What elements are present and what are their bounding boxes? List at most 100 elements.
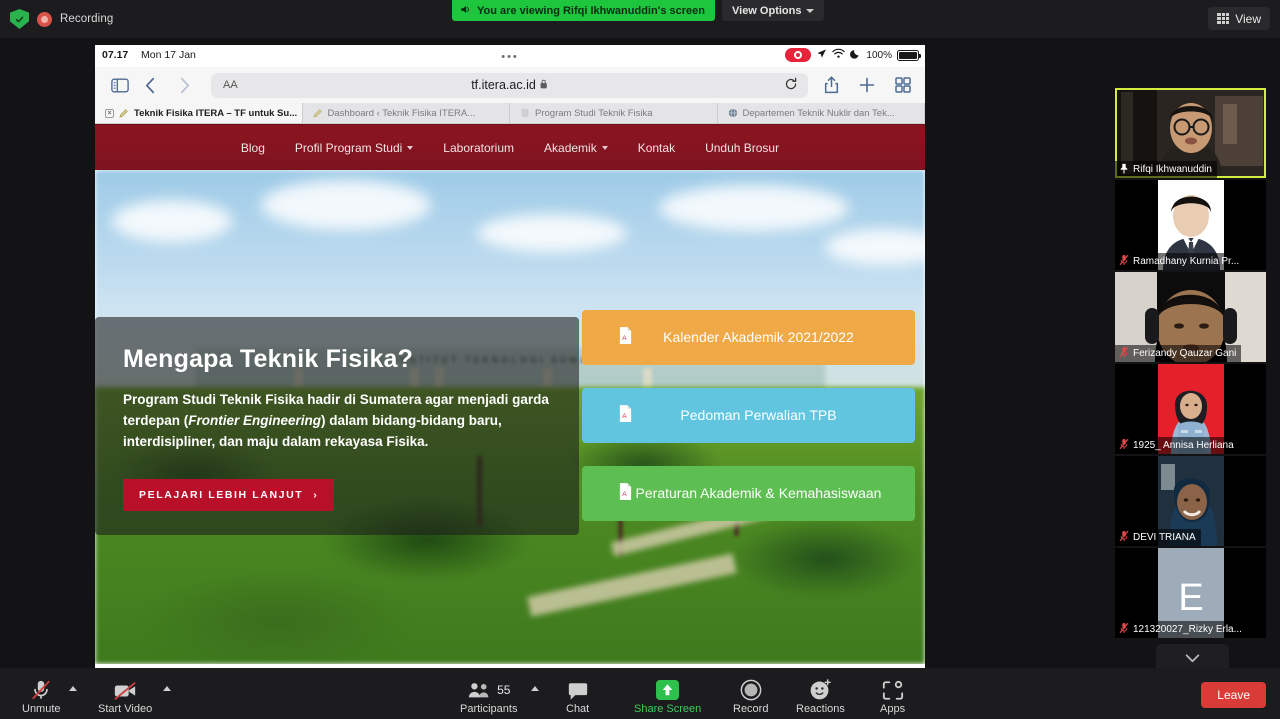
close-icon[interactable]: × (105, 108, 114, 118)
participant-tile[interactable]: Rifqi Ikhwanuddin (1115, 88, 1266, 178)
browser-tab[interactable]: Dashboard ‹ Teknik Fisika ITERA... (303, 103, 510, 123)
chevron-right-icon[interactable] (167, 77, 201, 94)
share-screen-button[interactable]: Share Screen (634, 679, 701, 715)
participant-thumbnail-strip[interactable]: Rifqi Ikhwanuddin Ramadhany Kurnia Pr... (1115, 88, 1270, 673)
apps-label: Apps (880, 703, 906, 715)
nav-label: Unduh Brosur (705, 140, 780, 155)
participant-tile[interactable]: E 121320027_Rizky Erla... (1115, 548, 1266, 638)
sidebar-toggle-icon[interactable] (107, 78, 133, 93)
location-arrow-icon (816, 48, 827, 62)
record-circle-icon (740, 679, 762, 701)
browser-tab[interactable]: Departemen Teknik Nuklir dan Tek... (718, 103, 925, 123)
browser-tab[interactable]: Program Studi Teknik Fisika (510, 103, 718, 123)
shared-screen-content[interactable]: 07.17 Mon 17 Jan ••• 100% AA tf.itera.ac… (95, 45, 925, 668)
mic-off-icon (1119, 530, 1129, 545)
participant-name-badge: 121320027_Rizky Erla... (1115, 621, 1247, 638)
participant-name: DEVI TRIANA (1133, 532, 1196, 543)
record-label: Record (733, 703, 769, 715)
participant-name-badge: Ramadhany Kurnia Pr... (1115, 253, 1245, 270)
multitask-dots-icon[interactable]: ••• (501, 51, 519, 63)
zoom-meeting-window: Recording You are viewing Rifqi Ikhwanud… (0, 0, 1280, 719)
reactions-label: Reactions (796, 703, 845, 715)
participant-name: 1925_ Annisa Herliana (1133, 440, 1234, 451)
zoom-top-bar: Recording You are viewing Rifqi Ikhwanud… (0, 0, 1280, 38)
zoom-bottom-toolbar: Unmute Start Video 55 Participants Chat (0, 668, 1280, 719)
learn-more-button[interactable]: PELAJARI LEBIH LANJUT › (123, 479, 335, 511)
chat-button[interactable]: Chat (566, 679, 589, 715)
view-options-button[interactable]: View Options (722, 0, 825, 21)
speaker-icon (460, 2, 471, 20)
apps-button[interactable]: Apps (880, 679, 905, 715)
apps-bracket-icon (882, 679, 904, 701)
nav-label: Profil Program Studi (294, 140, 403, 155)
nav-item-laboratorium[interactable]: Laboratorium (443, 141, 514, 155)
tab-overview-icon[interactable] (895, 77, 911, 93)
doc-button-pedoman-perwalian[interactable]: A Pedoman Perwalian TPB (582, 388, 915, 443)
doc-button-label: Kalender Akademik 2021/2022 (663, 328, 854, 345)
video-options-caret-icon[interactable] (163, 686, 171, 691)
participants-options-caret-icon[interactable] (531, 686, 539, 691)
chevron-right-icon: › (313, 489, 319, 501)
start-video-button[interactable]: Start Video (98, 679, 152, 715)
pin-icon (1119, 163, 1129, 177)
text-size-button[interactable]: AA (223, 79, 238, 91)
nav-item-unduh-brosur[interactable]: Unduh Brosur (705, 141, 779, 155)
participant-name: Rifqi Ikhwanuddin (1133, 164, 1212, 175)
battery-percent-label: 100% (866, 49, 892, 61)
nav-item-profil-program-studi[interactable]: Profil Program Studi (294, 140, 414, 155)
participant-tile[interactable]: DEVI TRIANA (1115, 456, 1266, 546)
people-icon: 55 (467, 679, 510, 701)
address-bar[interactable]: AA tf.itera.ac.id (211, 72, 808, 98)
reload-icon[interactable] (784, 77, 798, 94)
nav-item-blog[interactable]: Blog (241, 141, 265, 155)
reactions-button[interactable]: Reactions (796, 679, 845, 715)
lock-icon (540, 79, 548, 91)
participant-tile[interactable]: Ramadhany Kurnia Pr... (1115, 180, 1266, 270)
svg-text:A: A (622, 413, 627, 420)
leave-button[interactable]: Leave (1201, 682, 1266, 708)
wifi-icon (832, 48, 846, 62)
participants-button[interactable]: 55 Participants (460, 679, 517, 715)
browser-tab-strip: × Teknik Fisika ITERA – TF untuk Su... D… (95, 103, 925, 124)
tab-title: Teknik Fisika ITERA – TF untuk Su... (134, 107, 298, 119)
recording-label: Recording (60, 13, 114, 25)
hero-body-italic: Frontier Engineering (188, 412, 322, 428)
mic-off-icon (1119, 622, 1129, 637)
record-button[interactable]: Record (733, 679, 768, 715)
nav-item-kontak[interactable]: Kontak (638, 141, 675, 155)
chevron-down-icon (806, 8, 815, 13)
share-icon[interactable] (824, 76, 839, 94)
unmute-button[interactable]: Unmute (22, 679, 61, 715)
audio-options-caret-icon[interactable] (69, 686, 77, 691)
hero-body-text: Program Studi Teknik Fisika hadir di Sum… (123, 390, 549, 453)
nav-label: Blog (240, 140, 265, 155)
chevron-left-icon[interactable] (133, 77, 167, 94)
security-shield-icon (10, 9, 29, 29)
recording-status-group: Recording (10, 9, 113, 29)
participant-tile[interactable]: Ferizandy Qauzar Gani (1115, 272, 1266, 362)
status-date: Mon 17 Jan (141, 49, 196, 61)
pencil-icon (119, 108, 129, 118)
learn-more-label: PELAJARI LEBIH LANJUT (139, 489, 304, 501)
status-time: 07.17 (102, 49, 129, 61)
nav-label: Laboratorium (443, 140, 515, 155)
url-display: tf.itera.ac.id (471, 78, 548, 92)
browser-tab[interactable]: × Teknik Fisika ITERA – TF untuk Su... (95, 103, 303, 123)
svg-text:E: E (1178, 577, 1203, 619)
view-layout-button[interactable]: View (1208, 7, 1270, 30)
globe-icon (728, 108, 738, 118)
view-label: View (1235, 11, 1261, 26)
nav-item-akademik[interactable]: Akademik (544, 141, 608, 155)
doc-button-kalender-akademik[interactable]: A Kalender Akademik 2021/2022 (582, 310, 915, 365)
doc-button-peraturan-akademik[interactable]: A Peraturan Akademik & Kemahasiswaan (582, 466, 915, 521)
doc-button-label: Pedoman Perwalian TPB (680, 406, 837, 423)
plus-icon[interactable] (859, 77, 875, 93)
participants-count: 55 (497, 683, 511, 697)
participants-label: Participants (460, 703, 518, 715)
svg-text:A: A (622, 491, 627, 498)
video-off-icon (113, 679, 137, 701)
mic-off-icon (1119, 346, 1129, 361)
view-options-label: View Options (732, 4, 802, 17)
participant-tile[interactable]: 1925_ Annisa Herliana (1115, 364, 1266, 454)
ios-status-bar: 07.17 Mon 17 Jan ••• 100% (95, 45, 925, 67)
